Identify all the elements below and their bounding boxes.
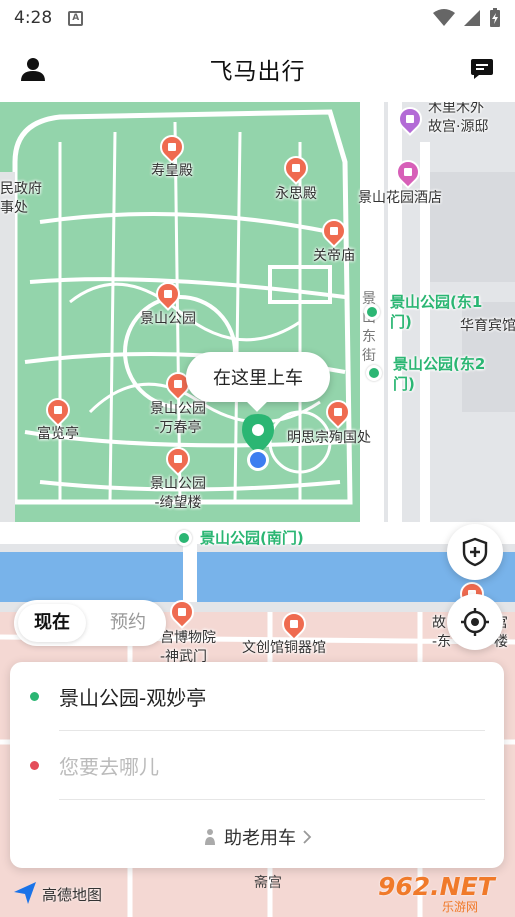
destination-row[interactable]: 您要去哪儿 [10,731,504,799]
poi-shouhuang[interactable]: 寿皇殿 [151,162,193,181]
safety-button[interactable] [447,524,503,580]
tab-now[interactable]: 现在 [18,604,86,642]
elder-service-button[interactable]: 助老用车 [10,812,504,862]
time-toggle: 现在 预约 [14,600,166,646]
poi-yongsi[interactable]: 永思殿 [275,185,317,204]
page-title: 飞马出行 [209,59,306,85]
shield-plus-icon [462,537,488,567]
map-view[interactable]: 寿皇殿 永思殿 关帝庙 景山公园 景山公园 -万春亭 景山公园 -绮望楼 富览亭… [0,102,515,917]
watermark: 962.NET [378,872,495,901]
pickup-dot-icon [30,691,39,701]
poi-left-edge[interactable]: 民政府 事处 [0,180,42,218]
poi-mingsi[interactable]: 明思宗殉国处 [287,429,371,448]
message-icon [471,59,493,79]
status-bar: 4:28 A [0,0,515,36]
pickup-pin-icon [242,414,274,471]
stop-south[interactable]: 景山公园(南门) [200,528,304,548]
poi-wanchun[interactable]: 景山公园 -万春亭 [150,400,206,438]
app-header: 飞马出行 [0,36,515,102]
poi-qiwang[interactable]: 景山公园 -绮望楼 [150,475,206,513]
poi-guandi[interactable]: 关帝庙 [313,247,355,266]
poi-jingshan[interactable]: 景山公园 [140,310,196,329]
destination-input[interactable]: 您要去哪儿 [59,751,159,780]
wifi-icon [433,9,455,26]
poi-fulan[interactable]: 富览亭 [37,425,79,444]
watermark-sub: 乐游网 [442,900,479,914]
status-time: 4:28 [14,8,53,28]
pickup-bubble[interactable]: 在这里上车 [186,352,330,402]
pickup-row[interactable]: 景山公园-观妙亭 [10,662,504,730]
elder-service-label: 助老用车 [224,828,296,849]
booking-panel: 景山公园-观妙亭 您要去哪儿 助老用车 [10,662,504,868]
signal-icon [464,10,480,26]
map-footer: 高德地图 斋宫 962.NET 乐游网 [0,872,515,917]
stop-dot-south[interactable] [176,530,192,546]
amap-logo-icon [14,882,36,904]
messages-button[interactable] [467,54,497,84]
destination-dot-icon [30,760,39,770]
divider [59,799,485,800]
battery-icon [490,8,500,27]
poi-zhaigong[interactable]: 斋宫 [254,872,282,892]
elder-icon [205,829,215,845]
locate-button[interactable] [447,594,503,650]
stop-east2[interactable]: 景山公园(东2 门) [393,354,485,394]
road-label: 景 山 东 街 [362,291,376,364]
poi-hotel[interactable]: 景山花园酒店 [358,189,442,208]
stop-dot-east1[interactable] [364,304,380,320]
pickup-location[interactable]: 景山公园-观妙亭 [59,682,206,711]
poi-wenchuang[interactable]: 文创馆铜器馆 [242,639,326,658]
stop-east1[interactable]: 景山公园(东1 门) [390,292,482,332]
stop-dot-east2[interactable] [366,365,382,381]
profile-button[interactable] [18,54,48,84]
tab-reserve[interactable]: 预约 [94,604,162,642]
poi-mulimuwai[interactable]: 木里木外 故宫·源邸 [428,102,488,137]
amap-logo-text: 高德地图 [42,886,103,904]
locate-icon [461,608,489,636]
user-icon [21,58,45,81]
chevron-right-icon [303,830,312,844]
status-icons [433,8,501,28]
notification-icon: A [68,10,84,26]
